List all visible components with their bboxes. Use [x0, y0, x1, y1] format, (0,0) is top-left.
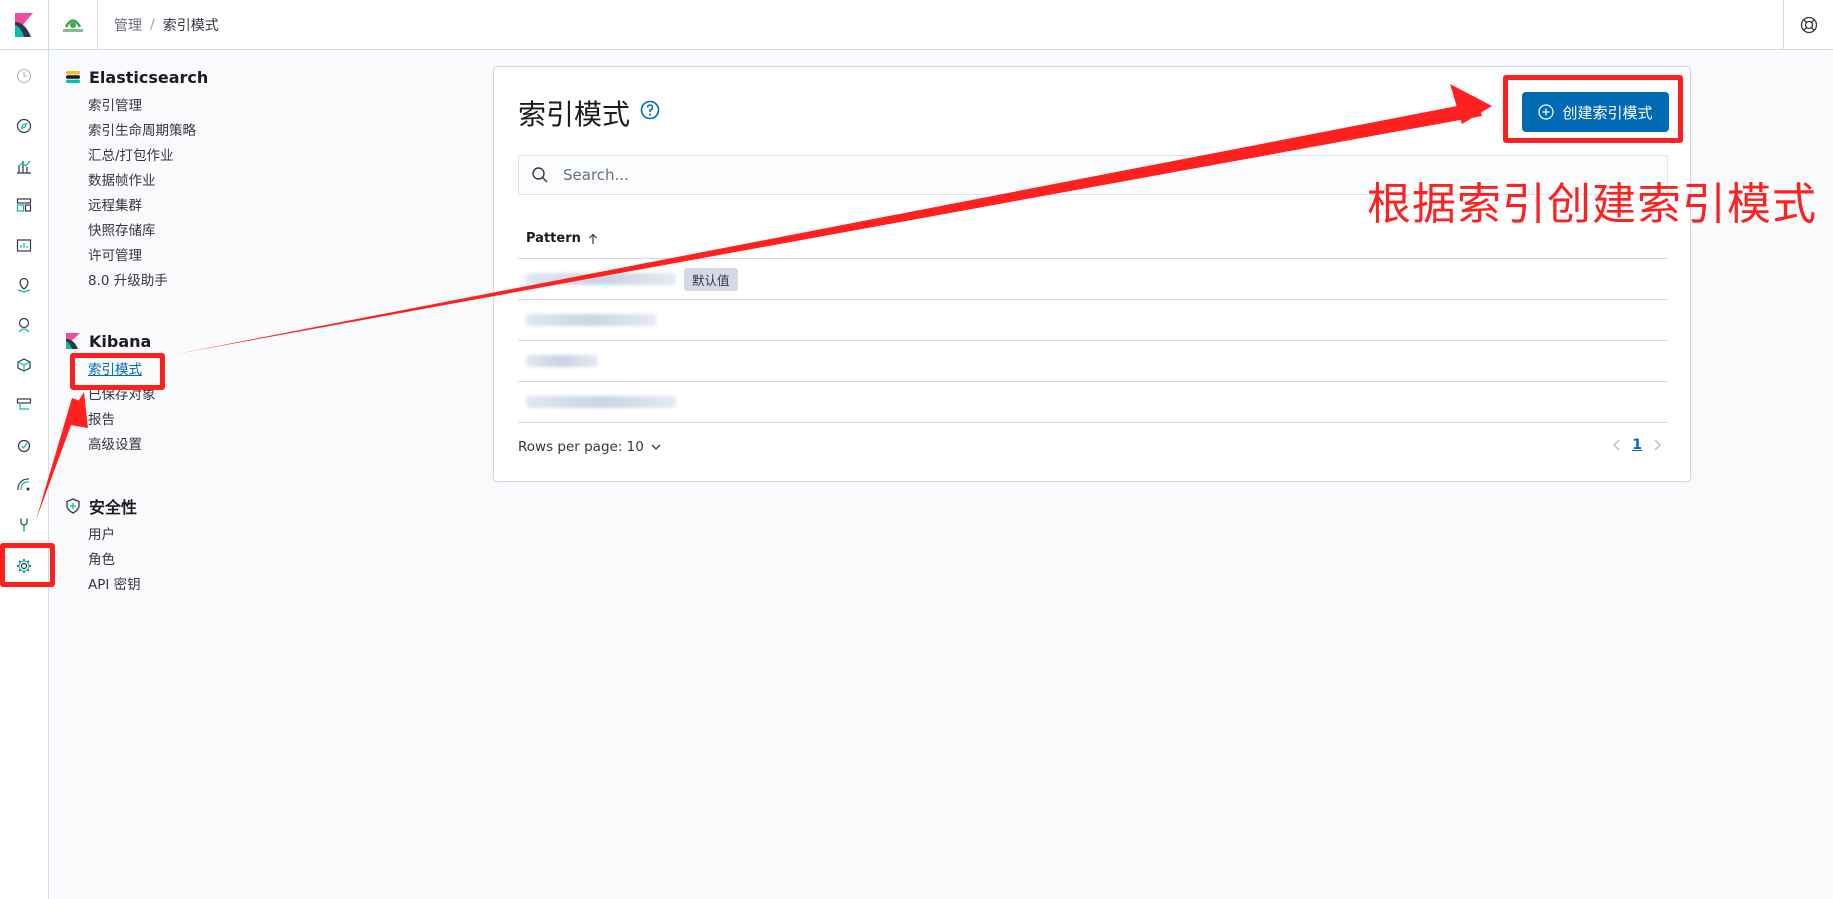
annotation-arrows	[36, 84, 1492, 520]
arrow-to-create-button	[176, 102, 1482, 354]
arrow-head-index-patterns	[64, 392, 88, 428]
